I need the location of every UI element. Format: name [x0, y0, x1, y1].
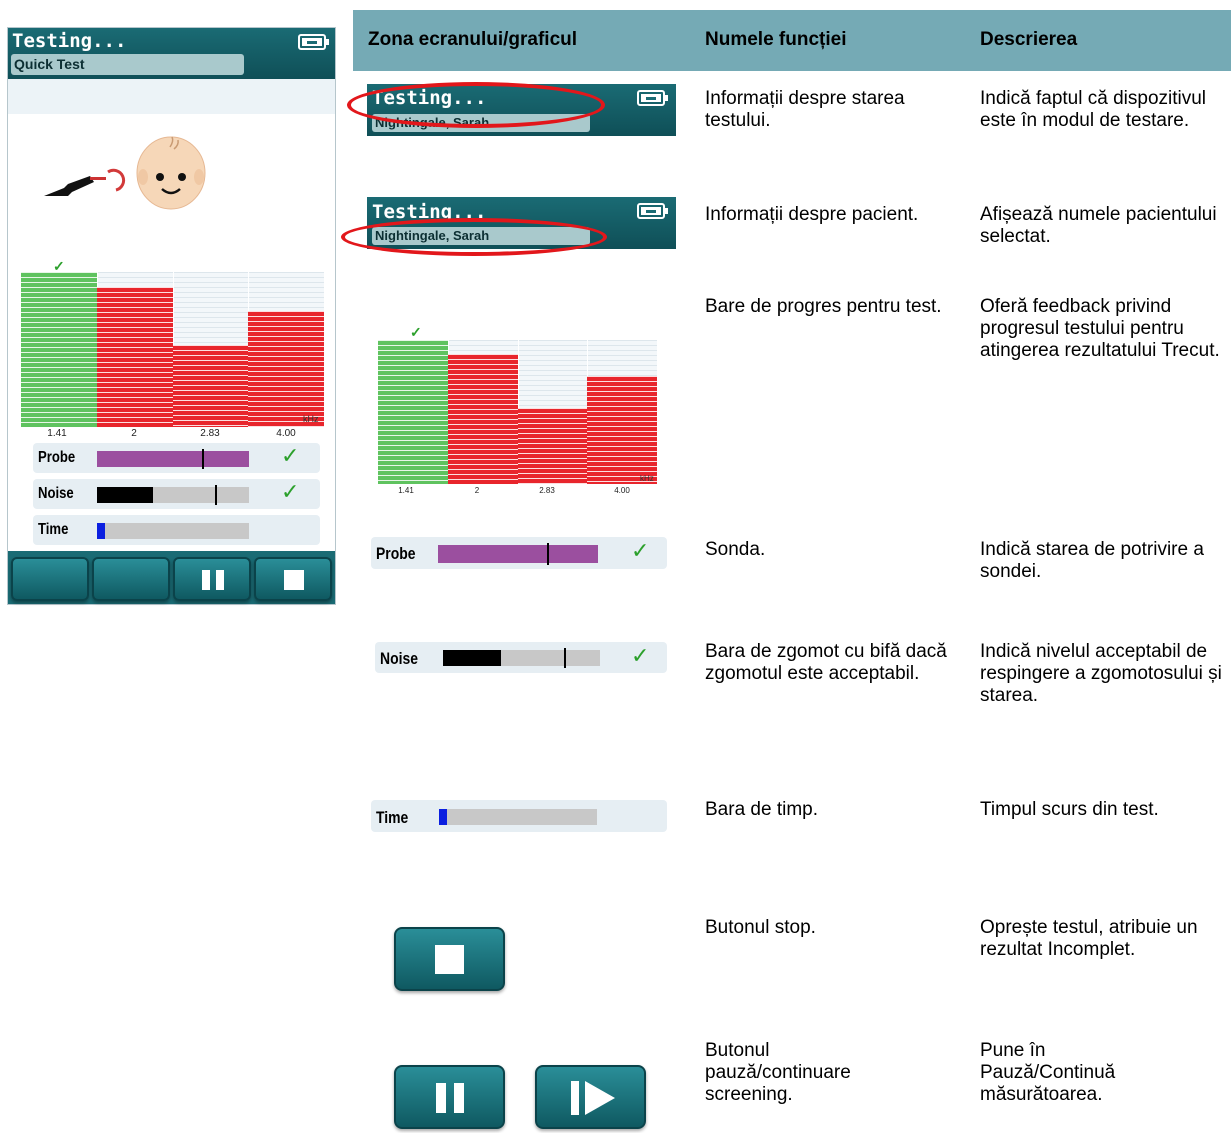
probe-row: Probe ✓ — [33, 443, 320, 473]
sample-pause-button[interactable] — [394, 1065, 505, 1129]
progress-bar-2 — [97, 287, 173, 427]
header-screen-area: Zona ecranului/graficul — [368, 29, 578, 50]
progress-bar-2.83 — [173, 345, 249, 427]
row5-description: Indică nivelul acceptabil de respingere … — [980, 641, 1222, 706]
sample-time-row: Time — [371, 800, 667, 832]
sample-stop-button[interactable] — [394, 927, 505, 991]
tick-label: 1.41 — [47, 428, 67, 439]
progress-bar-4.00 — [587, 376, 657, 484]
row1-description: Indică faptul că dispozitivul este în mo… — [980, 88, 1207, 131]
sample-resume-button[interactable] — [535, 1065, 646, 1129]
tick-label: 2.83 — [539, 486, 555, 495]
probe-bar — [97, 449, 249, 469]
noise-bar — [97, 485, 249, 505]
progress-bar-1.41 — [378, 340, 448, 484]
chart-axis-labels: 1.41 2 2.83 4.00 — [21, 428, 324, 442]
row4-description: Indică starea de potrivire a sondei. — [980, 539, 1204, 582]
pass-check-icon: ✓ — [410, 324, 422, 340]
progress-bar-2.83 — [518, 408, 588, 484]
noise-label: Noise — [380, 649, 418, 668]
stop-icon — [284, 570, 304, 590]
chart-axis-labels: 1.41 2 2.83 4.00 — [378, 486, 657, 500]
device-header: Testing... Quick Test — [8, 28, 335, 79]
soft-button-1[interactable] — [11, 557, 89, 601]
probe-bar — [438, 543, 598, 565]
row6-function: Bara de timp. — [705, 799, 818, 820]
row8-function: Butonul pauză/continuare screening. — [705, 1040, 851, 1105]
stop-button[interactable] — [254, 557, 332, 601]
time-label: Time — [38, 521, 69, 538]
sample-progress-chart — [378, 340, 657, 484]
baby-icon — [136, 136, 206, 210]
pause-icon — [436, 1083, 464, 1113]
probe-icon — [44, 168, 126, 196]
device-subtitle: Quick Test — [11, 54, 244, 75]
device-title: Testing... — [12, 30, 127, 52]
row2-description: Afișează numele pacientului selectat. — [980, 204, 1217, 247]
pause-icon — [202, 570, 225, 590]
progress-bar-2 — [448, 354, 518, 484]
time-label: Time — [376, 808, 409, 827]
time-bar — [97, 523, 249, 539]
device-screen: Testing... Quick Test ✓ 1.41 2 2.83 4.00… — [7, 27, 336, 605]
pause-button[interactable] — [173, 557, 251, 601]
time-bar — [439, 809, 597, 825]
noise-bar — [443, 648, 600, 668]
row7-description: Oprește testul, atribuie un rezultat Inc… — [980, 917, 1198, 960]
noise-row: Noise ✓ — [33, 479, 320, 509]
header-function-name: Numele funcției — [705, 29, 847, 50]
probe-label: Probe — [376, 544, 416, 563]
tick-label: 2 — [131, 428, 137, 439]
header-description: Descrierea — [980, 29, 1078, 50]
sample-probe-row: Probe ✓ — [371, 537, 667, 569]
stop-icon — [435, 945, 464, 974]
tick-label: 1.41 — [398, 486, 414, 495]
row5-function: Bara de zgomot cu bifă dacă zgomotul est… — [705, 641, 947, 684]
noise-check-icon: ✓ — [281, 479, 300, 504]
row3-description: Oferă feedback privind progresul testulu… — [980, 296, 1220, 361]
battery-icon — [637, 90, 668, 106]
row6-description: Timpul scurs din test. — [980, 799, 1159, 820]
battery-icon — [637, 203, 668, 219]
battery-icon — [298, 34, 329, 50]
unit-label: kHz — [303, 414, 319, 424]
soft-button-2[interactable] — [92, 557, 170, 601]
probe-label: Probe — [38, 449, 76, 466]
sample-noise-row: Noise ✓ — [375, 642, 667, 673]
row3-function: Bare de progres pentru test. — [705, 296, 942, 317]
device-info-band — [8, 79, 335, 114]
tick-label: 2 — [474, 486, 480, 495]
noise-label: Noise — [38, 485, 74, 502]
noise-check-icon: ✓ — [631, 643, 650, 668]
unit-label: kHz — [640, 474, 654, 483]
tick-label: 4.00 — [614, 486, 630, 495]
probe-check-icon: ✓ — [631, 538, 650, 563]
highlight-oval — [347, 82, 605, 128]
progress-bar-4.00 — [248, 311, 324, 427]
row7-function: Butonul stop. — [705, 917, 816, 938]
row4-function: Sonda. — [705, 539, 766, 560]
time-row: Time — [33, 515, 320, 545]
progress-bar-1.41 — [21, 272, 97, 427]
pass-check-icon: ✓ — [53, 258, 65, 274]
row2-function: Informații despre pacient. — [705, 204, 919, 225]
tick-label: 2.83 — [200, 428, 220, 439]
device-progress-chart — [21, 272, 324, 427]
highlight-oval — [341, 218, 607, 256]
row8-description: Pune în Pauză/Continuă măsurătoarea. — [980, 1040, 1116, 1105]
probe-check-icon: ✓ — [281, 443, 300, 468]
play-pause-icon — [571, 1081, 615, 1115]
tick-label: 4.00 — [276, 428, 296, 439]
row1-function: Informații despre starea testului. — [705, 88, 905, 131]
